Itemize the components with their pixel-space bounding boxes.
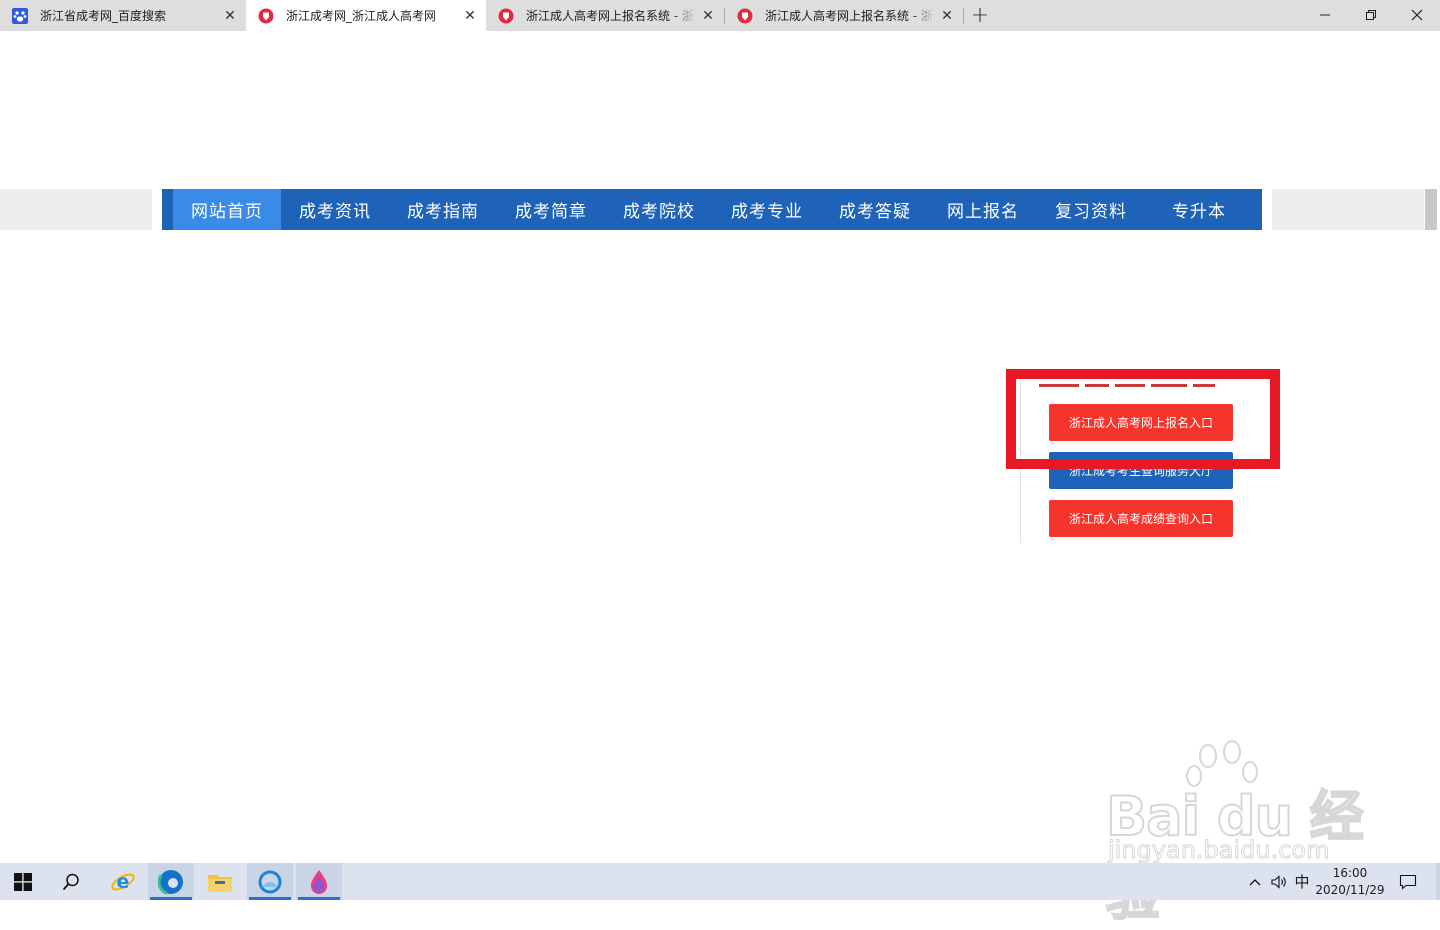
nav-item-majors[interactable]: 成考专业 (713, 189, 821, 230)
edge-taskbar-button[interactable] (148, 863, 194, 900)
clock-time: 16:00 (1332, 865, 1368, 880)
tab-registration-system-1[interactable]: 浙江成人高考网上报名系统 - 浙江 ✕ (486, 0, 724, 31)
search-button[interactable] (48, 863, 94, 900)
file-explorer-taskbar-button[interactable] (197, 863, 243, 900)
chevron-up-icon (1249, 878, 1261, 885)
nav-item-review-materials[interactable]: 复习资料 (1037, 189, 1145, 230)
speaker-icon (1271, 874, 1286, 889)
new-tab-button[interactable]: + (968, 2, 992, 28)
restore-button[interactable] (1348, 0, 1394, 30)
search-icon (62, 873, 79, 890)
baidu-paw-icon (12, 7, 28, 24)
close-window-button[interactable] (1394, 0, 1440, 30)
watermark-brand: Bai du 经验 (1105, 784, 1365, 928)
nav-band-left (0, 189, 152, 230)
ie-taskbar-button[interactable]: e (100, 863, 146, 900)
score-query-entry-button[interactable]: 浙江成人高考成绩查询入口 (1049, 500, 1233, 537)
tab-close-icon[interactable]: ✕ (458, 4, 482, 28)
tab-close-icon[interactable]: ✕ (218, 4, 242, 28)
tab-title: 浙江省成考网_百度搜索 (40, 9, 167, 23)
file-explorer-icon (208, 874, 232, 892)
edge-icon (158, 868, 184, 895)
close-icon (1411, 9, 1423, 21)
page-scrollbar-thumb[interactable] (1425, 189, 1437, 230)
nav-item-colleges[interactable]: 成考院校 (605, 189, 713, 230)
volume-button[interactable] (1268, 863, 1290, 900)
action-center-button[interactable] (1394, 863, 1422, 900)
tab-separator (963, 8, 964, 24)
tab-baidu-search[interactable]: 浙江省成考网_百度搜索 ✕ (0, 0, 246, 31)
nav-item-qa[interactable]: 成考答疑 (821, 189, 929, 230)
minimize-button[interactable] (1302, 0, 1348, 30)
nav-item-upgrade-degree[interactable]: 专升本 (1145, 189, 1253, 230)
minimize-icon (1320, 14, 1330, 16)
nav-item-online-registration[interactable]: 网上报名 (929, 189, 1037, 230)
ie-icon: e (111, 871, 135, 893)
show-desktop-button[interactable] (1436, 863, 1440, 900)
main-navigation: 网站首页 成考资讯 成考指南 成考简章 成考院校 成考专业 成考答疑 网上报名 … (162, 189, 1262, 230)
windows-start-icon (14, 872, 32, 891)
nav-item-home[interactable]: 网站首页 (173, 189, 281, 230)
tab-title: 浙江成人高考网上报名系统 - 浙江 (526, 9, 696, 23)
photos-icon (258, 870, 282, 893)
show-hidden-icons-button[interactable] (1244, 863, 1266, 900)
baidu-jingyan-watermark: Bai du 经验 jingyan.baidu.com (1100, 740, 1380, 928)
tab-close-icon[interactable]: ✕ (935, 4, 959, 28)
nav-item-guide[interactable]: 成考指南 (389, 189, 497, 230)
browser-tab-strip: 浙江省成考网_百度搜索 ✕ 浙江成考网_浙江成人高考网 ✕ 浙江成人高考网上报名… (0, 0, 1440, 31)
notification-icon (1399, 874, 1417, 890)
tab-title: 浙江成考网_浙江成人高考网 (286, 9, 437, 23)
tab-title: 浙江成人高考网上报名系统 - 浙江 (765, 9, 935, 23)
photos-taskbar-button[interactable] (247, 863, 293, 900)
nav-item-brochure[interactable]: 成考简章 (497, 189, 605, 230)
paint-taskbar-button[interactable] (296, 863, 342, 900)
tab-close-icon[interactable]: ✕ (696, 4, 720, 28)
system-clock[interactable]: 16:00 2020/11/29 (1310, 863, 1390, 900)
watermark-url: jingyan.baidu.com (1107, 836, 1330, 865)
baidu-paw-watermark-icon (1186, 740, 1258, 787)
paint-drop-icon (310, 869, 328, 894)
nav-item-news[interactable]: 成考资讯 (281, 189, 389, 230)
clock-date: 2020/11/29 (1315, 882, 1385, 897)
nav-band-right (1272, 189, 1424, 230)
start-button[interactable] (0, 863, 46, 900)
site-shield-icon (737, 8, 753, 24)
tab-zhejiang-chengkao[interactable]: 浙江成考网_浙江成人高考网 ✕ (246, 0, 486, 31)
svg-text:e: e (117, 871, 130, 893)
site-shield-icon (498, 8, 514, 24)
site-shield-icon (258, 8, 274, 24)
annotation-highlight-box (1006, 369, 1280, 469)
tab-registration-system-2[interactable]: 浙江成人高考网上报名系统 - 浙江 ✕ (725, 0, 963, 31)
restore-icon (1366, 10, 1376, 20)
windows-taskbar: e 中 16:00 2020/11/29 (0, 863, 1440, 900)
